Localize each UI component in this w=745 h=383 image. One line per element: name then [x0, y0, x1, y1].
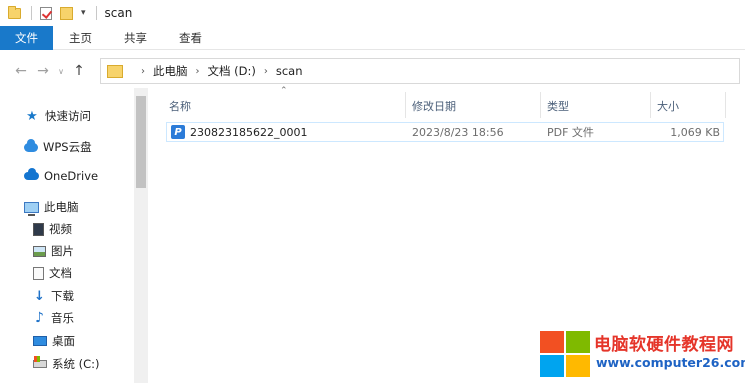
recent-locations-icon[interactable]: ∨	[54, 67, 68, 76]
breadcrumb-this-pc[interactable]: 此电脑	[153, 63, 188, 79]
navigation-bar: ← → ∨ ↑ › 此电脑 › 文档 (D:) › scan	[0, 56, 745, 86]
sidebar-item-label: 下载	[51, 289, 74, 303]
sidebar-item-pictures[interactable]: 图片	[33, 243, 74, 259]
picture-icon	[33, 245, 46, 257]
watermark: 电脑软硬件教程网 www.computer26.com	[540, 328, 745, 383]
column-divider[interactable]	[405, 92, 406, 118]
drive-icon	[33, 356, 47, 368]
folder-icon	[8, 5, 21, 19]
music-icon: ♪	[35, 310, 44, 326]
file-name-cell[interactable]: P 230823185622_0001	[171, 123, 307, 141]
tab-file[interactable]: 文件	[0, 26, 53, 50]
sidebar-item-desktop[interactable]: 桌面	[33, 333, 75, 349]
desktop-icon	[33, 336, 47, 346]
sidebar-item-label: 文档	[49, 266, 72, 280]
video-icon	[33, 222, 44, 236]
chevron-right-icon[interactable]: ›	[196, 66, 200, 77]
ribbon-tabs: 文件 主页 共享 查看	[0, 26, 745, 50]
title-bar: ▾ scan	[0, 0, 745, 26]
pin-icon: ★	[26, 108, 38, 124]
sidebar-item-drive-c[interactable]: 系统 (C:)	[33, 356, 100, 372]
column-header-type[interactable]: 类型	[547, 96, 649, 116]
column-header-size[interactable]: 大小	[657, 96, 723, 116]
new-folder-icon[interactable]	[60, 6, 73, 20]
sidebar-item-quick-access[interactable]: ★ 快速访问	[24, 108, 91, 124]
sidebar-item-documents[interactable]: 文档	[33, 265, 72, 281]
sidebar-item-onedrive[interactable]: OneDrive	[24, 168, 99, 183]
chevron-right-icon[interactable]: ›	[141, 66, 145, 77]
sidebar-item-label: WPS云盘	[43, 140, 92, 154]
sidebar-item-label: OneDrive	[44, 169, 99, 183]
windows-logo-icon	[540, 331, 590, 377]
watermark-title: 电脑软硬件教程网	[594, 335, 734, 355]
column-header-name[interactable]: 名称	[169, 96, 405, 116]
customize-toolbar-icon[interactable]: ▾	[81, 8, 86, 18]
back-arrow-icon[interactable]: ←	[10, 63, 32, 79]
tab-view[interactable]: 查看	[163, 26, 218, 50]
column-divider[interactable]	[650, 92, 651, 118]
forward-arrow-icon[interactable]: →	[32, 63, 54, 79]
sidebar-item-this-pc[interactable]: 此电脑	[24, 199, 79, 216]
sidebar-item-label: 视频	[49, 222, 72, 236]
folder-icon	[107, 64, 123, 78]
sidebar-item-label: 桌面	[52, 334, 75, 348]
sidebar-scrollbar-thumb[interactable]	[136, 96, 146, 188]
sidebar-item-wps-cloud[interactable]: WPS云盘	[24, 138, 92, 155]
onedrive-icon	[24, 168, 39, 180]
tab-share[interactable]: 共享	[108, 26, 163, 50]
cloud-icon	[24, 138, 38, 152]
sidebar-item-label: 图片	[51, 244, 74, 258]
sidebar-item-label: 此电脑	[44, 200, 79, 214]
watermark-url: www.computer26.com	[596, 355, 745, 370]
sort-ascending-icon: ⌃	[280, 86, 288, 96]
chevron-right-icon[interactable]: ›	[264, 66, 268, 77]
computer-icon	[24, 201, 39, 216]
file-type: PDF 文件	[547, 126, 594, 139]
download-icon: ↓	[34, 288, 45, 304]
breadcrumb-scan[interactable]: scan	[276, 64, 303, 78]
sidebar-item-videos[interactable]: 视频	[33, 221, 72, 237]
toolbar-divider	[31, 6, 32, 20]
address-bar[interactable]: › 此电脑 › 文档 (D:) › scan	[100, 58, 740, 84]
file-name: 230823185622_0001	[190, 125, 308, 139]
tab-home[interactable]: 主页	[53, 26, 108, 50]
sidebar-item-label: 系统 (C:)	[52, 357, 100, 371]
sidebar-item-label: 快速访问	[45, 109, 91, 123]
up-arrow-icon[interactable]: ↑	[68, 63, 90, 79]
file-modified: 2023/8/23 18:56	[412, 125, 504, 139]
pdf-icon: P	[171, 125, 185, 139]
column-divider[interactable]	[540, 92, 541, 118]
properties-icon[interactable]	[40, 6, 52, 20]
document-icon	[33, 266, 44, 280]
window-title: scan	[104, 6, 133, 20]
sidebar-item-downloads[interactable]: ↓ 下载	[33, 288, 74, 304]
sidebar-item-label: 音乐	[51, 311, 74, 325]
column-header-modified[interactable]: 修改日期	[412, 96, 540, 116]
breadcrumb-drive-d[interactable]: 文档 (D:)	[208, 63, 256, 79]
column-divider[interactable]	[725, 92, 726, 118]
file-size: 1,069 KB	[670, 125, 720, 139]
sidebar-item-music[interactable]: ♪ 音乐	[33, 310, 74, 326]
toolbar-divider	[95, 6, 97, 20]
